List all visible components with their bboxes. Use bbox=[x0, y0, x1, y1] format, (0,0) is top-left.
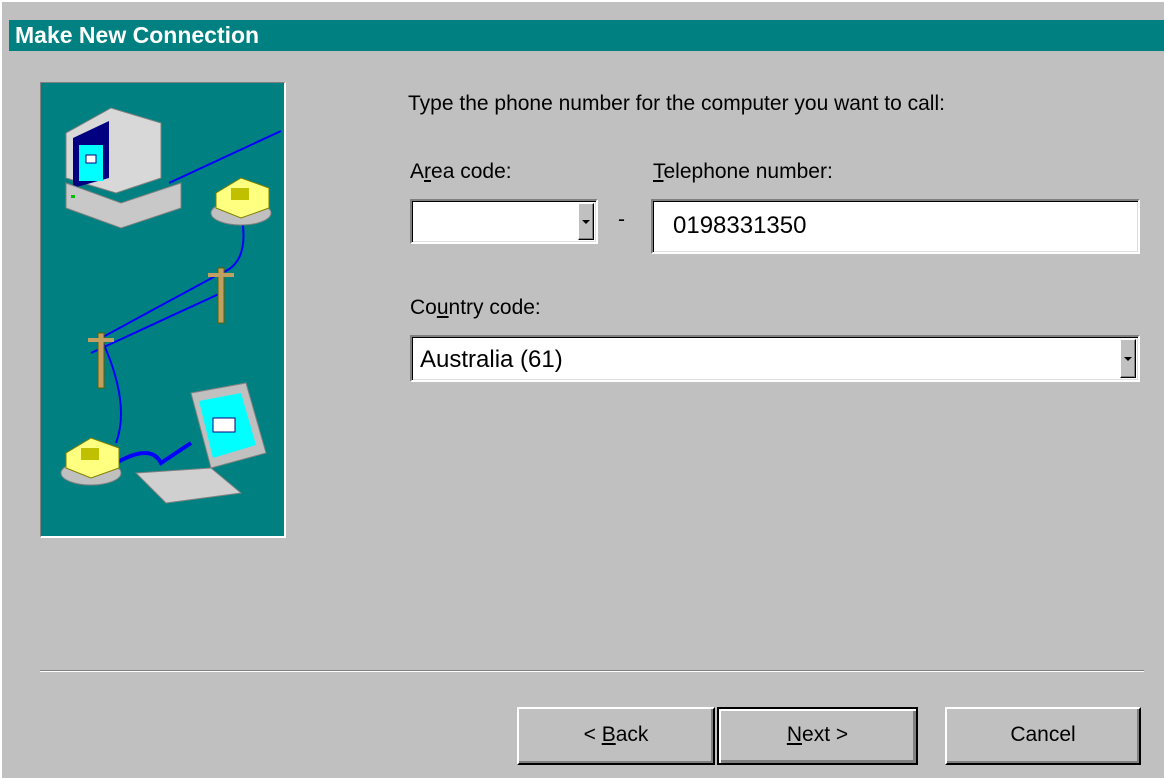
telephone-number-label: Telephone number: bbox=[653, 160, 833, 183]
country-code-combobox[interactable]: Australia (61) bbox=[410, 335, 1140, 382]
phone-line bbox=[168, 130, 282, 184]
title-bar[interactable]: Make New Connection bbox=[9, 20, 1164, 51]
country-code-value: Australia (61) bbox=[420, 346, 563, 373]
country-code-label: Country code: bbox=[410, 296, 541, 319]
wizard-illustration bbox=[40, 82, 286, 538]
window-title: Make New Connection bbox=[15, 22, 260, 48]
chevron-down-icon bbox=[582, 219, 590, 224]
make-new-connection-dialog: Make New Connection Type the phone numbe… bbox=[0, 0, 1164, 778]
telephone-number-value: 0198331350 bbox=[673, 212, 807, 239]
telephone-number-input[interactable]: 0198331350 bbox=[651, 199, 1140, 254]
country-code-dropdown-button[interactable] bbox=[1120, 339, 1136, 378]
next-button[interactable]: Next > bbox=[717, 707, 918, 765]
telephone-icon bbox=[210, 177, 272, 226]
telephone-pole-icon bbox=[88, 267, 234, 389]
button-separator bbox=[40, 670, 1144, 672]
laptop-icon bbox=[134, 382, 267, 504]
phone-line bbox=[115, 441, 193, 466]
back-button[interactable]: < Back bbox=[517, 707, 715, 765]
instructions-text: Type the phone number for the computer y… bbox=[408, 92, 945, 115]
telephone-icon bbox=[60, 437, 122, 486]
connection-illustration bbox=[60, 107, 282, 504]
separator-dash: - bbox=[618, 208, 625, 231]
cancel-button[interactable]: Cancel bbox=[945, 707, 1141, 765]
area-code-label: Area code: bbox=[410, 160, 512, 183]
area-code-combobox[interactable] bbox=[410, 199, 598, 244]
desktop-computer-icon bbox=[65, 107, 182, 229]
area-code-dropdown-button[interactable] bbox=[578, 203, 594, 240]
chevron-down-icon bbox=[1124, 356, 1132, 361]
